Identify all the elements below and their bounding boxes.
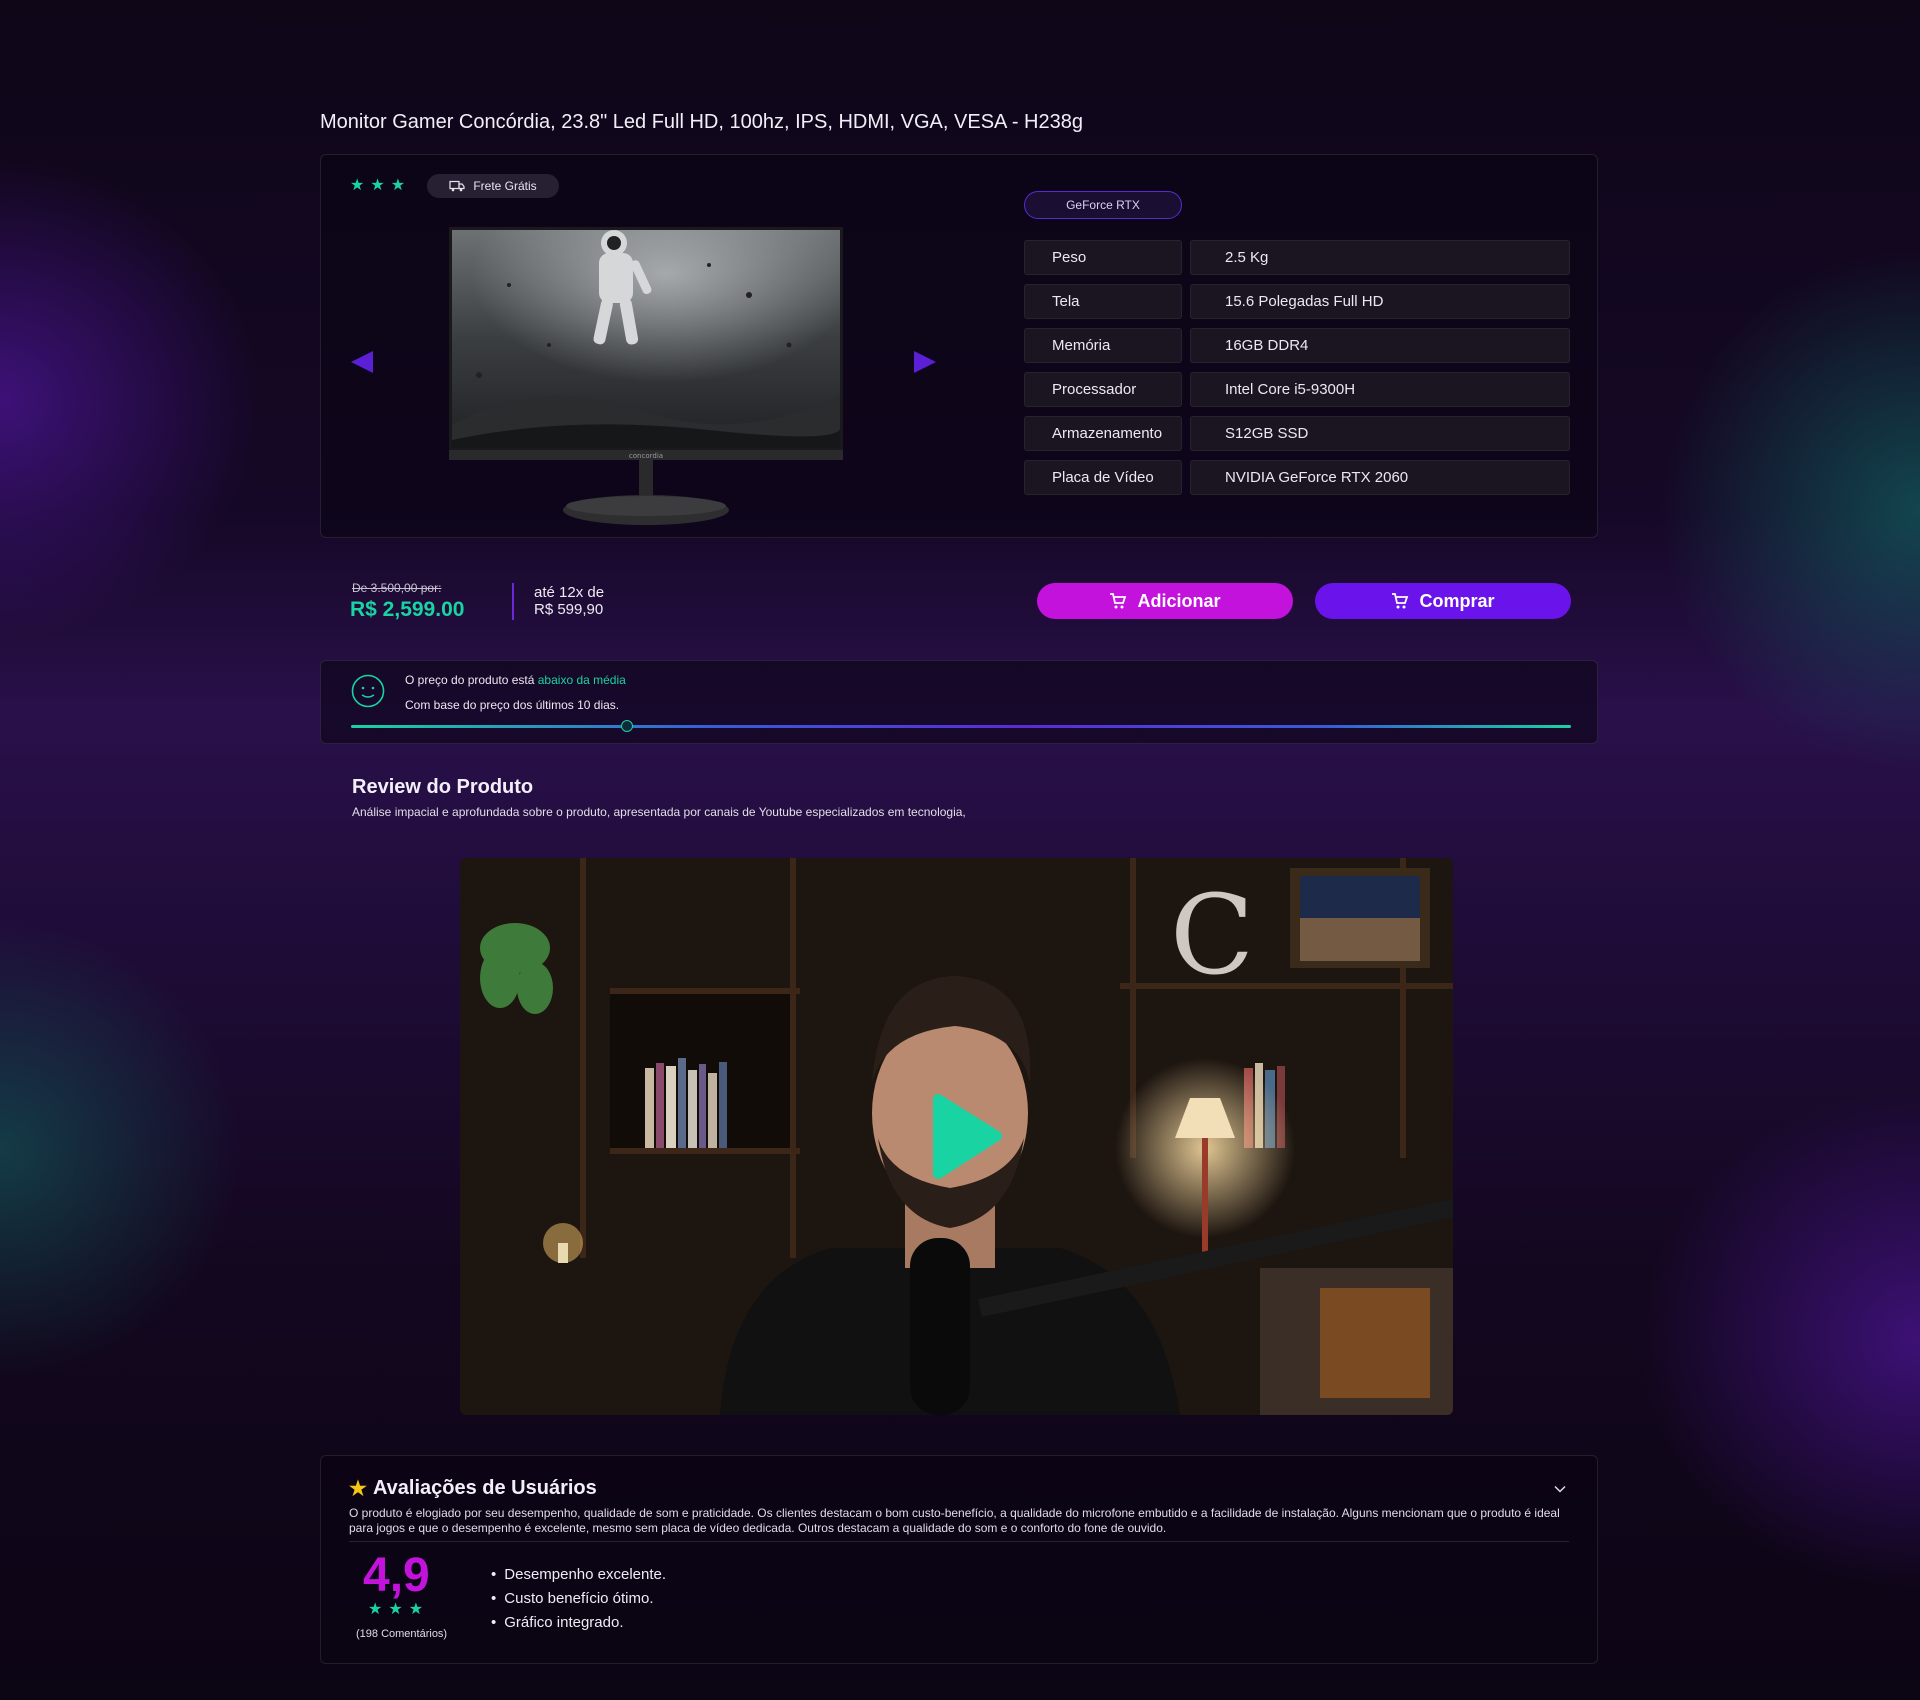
rating-score: 4,9 [363, 1549, 430, 1602]
price-divider [512, 583, 514, 620]
star-icon: ★ [368, 1601, 383, 1618]
price-status-note: Com base do preço dos últimos 10 dias. [405, 698, 620, 712]
spec-key: Peso [1024, 240, 1182, 275]
ratings-title: Avaliações de Usuários [372, 1477, 597, 1499]
spec-row: Memória 16GB DDR4 [1024, 328, 1570, 363]
spec-row: Tela 15.6 Polegadas Full HD [1024, 284, 1570, 319]
spec-value: 16GB DDR4 [1190, 328, 1570, 363]
free-shipping-badge: Frete Grátis [427, 174, 559, 198]
rating-stars: ★ ★ ★ [368, 1602, 423, 1618]
video-thumbnail: C [460, 858, 1453, 1415]
spec-value: 2.5 Kg [1190, 240, 1570, 275]
price-status-text: O preço do produto está abaixo da média [405, 673, 626, 687]
spec-row: Peso 2.5 Kg [1024, 240, 1570, 275]
user-ratings-card: ★ Avaliações de Usuários O produto é elo… [320, 1455, 1598, 1664]
star-icon: ★ [390, 177, 406, 194]
installments-value: R$ 599,90 [534, 601, 604, 618]
add-to-cart-button[interactable]: Adicionar [1037, 583, 1293, 619]
buy-label: Comprar [1419, 590, 1495, 611]
spec-key: Armazenamento [1024, 416, 1182, 451]
product-image-monitor: concordia [449, 227, 843, 525]
price-range-marker [620, 720, 633, 732]
chevron-down-icon[interactable] [1553, 1482, 1567, 1496]
star-icon: ★ [350, 177, 365, 194]
list-item: Desempenho excelente. [491, 1566, 666, 1583]
list-item: Gráfico integrado. [491, 1614, 666, 1631]
list-item: Custo benefício ótimo. [491, 1590, 666, 1607]
product-title: Monitor Gamer Concórdia, 23.8" Led Full … [320, 111, 1083, 133]
divider [349, 1541, 1569, 1542]
truck-icon [449, 180, 465, 192]
star-icon: ★ [349, 1478, 367, 1500]
price-history-card: O preço do produto está abaixo da média … [320, 660, 1598, 744]
spec-table: Peso 2.5 Kg Tela 15.6 Polegadas Full HD … [1024, 240, 1570, 504]
spec-key: Memória [1024, 328, 1182, 363]
spec-value: Intel Core i5-9300H [1190, 372, 1570, 407]
star-icon: ★ [388, 1601, 403, 1618]
current-price: R$ 2,599.00 [350, 598, 465, 621]
price-range-track [351, 725, 1571, 728]
spec-row: Armazenamento S12GB SSD [1024, 416, 1570, 451]
smile-icon [351, 674, 385, 708]
cart-icon [1110, 593, 1127, 609]
spec-value: 15.6 Polegadas Full HD [1190, 284, 1570, 319]
carousel-next-icon[interactable] [914, 351, 936, 373]
review-count: (198 Comentários) [356, 1628, 448, 1640]
cart-icon [1392, 593, 1409, 609]
spec-key: Processador [1024, 372, 1182, 407]
price-status-highlight: abaixo da média [537, 673, 626, 687]
star-icon: ★ [408, 1601, 424, 1618]
ratings-summary: O produto é elogiado por seu desempenho,… [349, 1506, 1560, 1535]
rating-highlights: Desempenho excelente. Custo benefício ót… [491, 1566, 666, 1638]
installments-label: até 12x de [534, 584, 605, 601]
ratings-header[interactable]: ★ Avaliações de Usuários [349, 1476, 597, 1501]
price-status-prefix: O preço do produto está [405, 673, 538, 687]
review-video-player[interactable]: C [460, 858, 1453, 1415]
spec-key: Tela [1024, 284, 1182, 319]
gpu-tag[interactable]: GeForce RTX [1024, 191, 1182, 219]
spec-value: NVIDIA GeForce RTX 2060 [1190, 460, 1570, 495]
svg-text:concordia: concordia [629, 452, 663, 460]
spec-key: Placa de Vídeo [1024, 460, 1182, 495]
add-to-cart-label: Adicionar [1137, 590, 1221, 611]
carousel-prev-icon[interactable] [351, 351, 373, 373]
product-rating-stars: ★ ★ ★ [350, 178, 405, 194]
free-shipping-label: Frete Grátis [473, 179, 537, 193]
spec-value: S12GB SSD [1190, 416, 1570, 451]
review-title: Review do Produto [352, 776, 534, 798]
buy-button[interactable]: Comprar [1315, 583, 1571, 619]
spec-row: Processador Intel Core i5-9300H [1024, 372, 1570, 407]
product-card: ★ ★ ★ Frete Grátis concordia GeForce RTX… [320, 154, 1598, 538]
spec-row: Placa de Vídeo NVIDIA GeForce RTX 2060 [1024, 460, 1570, 495]
old-price: De 3.500,00 por: [352, 581, 442, 595]
svg-text:C: C [1170, 871, 1254, 999]
star-icon: ★ [370, 177, 385, 194]
review-subtitle: Análise impacial e aprofundada sobre o p… [352, 805, 966, 819]
